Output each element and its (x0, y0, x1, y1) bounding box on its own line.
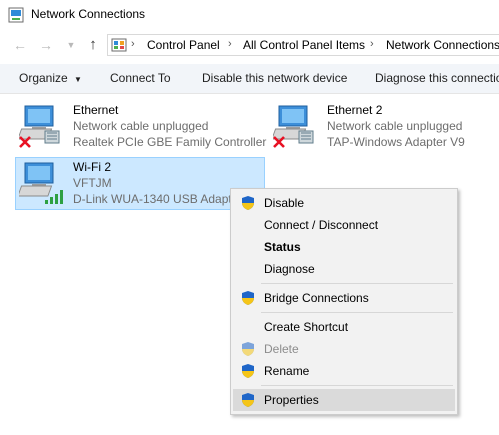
forward-arrow-icon[interactable]: → (38, 37, 54, 53)
connect-to-button[interactable]: Connect To (110, 71, 171, 85)
menu-item-label: Connect / Disconnect (264, 218, 379, 232)
menu-separator (261, 312, 453, 313)
address-bar[interactable]: › Control Panel › All Control Panel Item… (107, 34, 499, 56)
menu-item-label: Rename (264, 364, 310, 378)
menu-item-delete: Delete (233, 338, 455, 360)
breadcrumb-separator-icon[interactable]: › (228, 38, 232, 50)
adapter-name: Wi-Fi 2 (73, 160, 111, 174)
error-x-icon (19, 136, 31, 148)
menu-item-label: Diagnose (264, 262, 315, 276)
breadcrumb-separator-icon[interactable]: › (131, 38, 135, 50)
adapter-status: Network cable unplugged (73, 119, 209, 133)
menu-item-status[interactable]: Status (233, 236, 455, 258)
menu-item-rename[interactable]: Rename (233, 360, 455, 382)
control-panel-icon (111, 38, 127, 52)
menu-item-create-shortcut[interactable]: Create Shortcut (233, 316, 455, 338)
breadcrumb-control-panel[interactable]: Control Panel (147, 38, 220, 52)
organize-label: Organize (19, 71, 68, 85)
menu-item-bridge-connections[interactable]: Bridge Connections (233, 287, 455, 309)
title-bar: Network Connections (0, 0, 499, 30)
menu-item-label: Status (264, 240, 301, 254)
menu-item-diagnose[interactable]: Diagnose (233, 258, 455, 280)
uac-shield-icon (242, 291, 254, 305)
adapter-status: VFTJM (73, 176, 112, 190)
menu-separator (261, 283, 453, 284)
breadcrumb-separator-icon[interactable]: › (370, 38, 374, 50)
back-arrow-icon[interactable]: ← (12, 37, 28, 53)
menu-item-label: Create Shortcut (264, 320, 349, 334)
adapter-status: Network cable unplugged (327, 119, 463, 133)
adapter-device: Realtek PCIe GBE Family Controller (73, 135, 267, 149)
adapter-name: Ethernet 2 (327, 103, 383, 117)
organize-button[interactable]: Organize ▼ (19, 71, 82, 85)
adapter-device: D-Link WUA-1340 USB Adapter (73, 192, 243, 206)
diagnose-button[interactable]: Diagnose this connection (375, 71, 499, 85)
command-bar: Organize ▼ Connect To Disable this netwo… (0, 64, 499, 94)
adapter-device: TAP-Windows Adapter V9 (327, 135, 465, 149)
chevron-down-icon: ▼ (74, 75, 82, 84)
adapter-ethernet[interactable]: Ethernet Network cable unplugged Realtek… (16, 101, 266, 153)
uac-shield-icon (242, 196, 254, 210)
network-connections-icon (8, 7, 24, 23)
menu-item-disable[interactable]: Disable (233, 192, 455, 214)
uac-shield-icon (242, 393, 254, 407)
uac-shield-icon (242, 342, 254, 356)
adapter-ethernet-2[interactable]: Ethernet 2 Network cable unplugged TAP-W… (270, 101, 499, 153)
disable-device-button[interactable]: Disable this network device (202, 71, 347, 85)
navigation-bar: ← → ▼ ↑ › Control Panel › All Control Pa… (0, 30, 499, 60)
error-x-icon (273, 136, 285, 148)
menu-item-properties[interactable]: Properties (233, 389, 455, 411)
breadcrumb-network-connections[interactable]: Network Connections (386, 38, 499, 52)
menu-item-label: Bridge Connections (264, 291, 369, 305)
menu-separator (261, 385, 453, 386)
adapter-wifi-2[interactable]: Wi-Fi 2 VFTJM D-Link WUA-1340 USB Adapte… (15, 157, 265, 210)
menu-item-connect-disconnect[interactable]: Connect / Disconnect (233, 214, 455, 236)
adapter-name: Ethernet (73, 103, 119, 117)
menu-item-label: Delete (264, 342, 299, 356)
uac-shield-icon (242, 364, 254, 378)
menu-item-label: Disable (264, 196, 305, 210)
window-title: Network Connections (31, 7, 146, 21)
recent-locations-chevron-icon[interactable]: ▼ (63, 37, 79, 53)
signal-strength-icon (45, 190, 63, 204)
context-menu: Disable Connect / Disconnect Status Diag… (230, 188, 458, 415)
menu-item-label: Properties (264, 393, 319, 407)
breadcrumb-all-items[interactable]: All Control Panel Items (243, 38, 365, 52)
up-arrow-icon[interactable]: ↑ (85, 37, 101, 53)
